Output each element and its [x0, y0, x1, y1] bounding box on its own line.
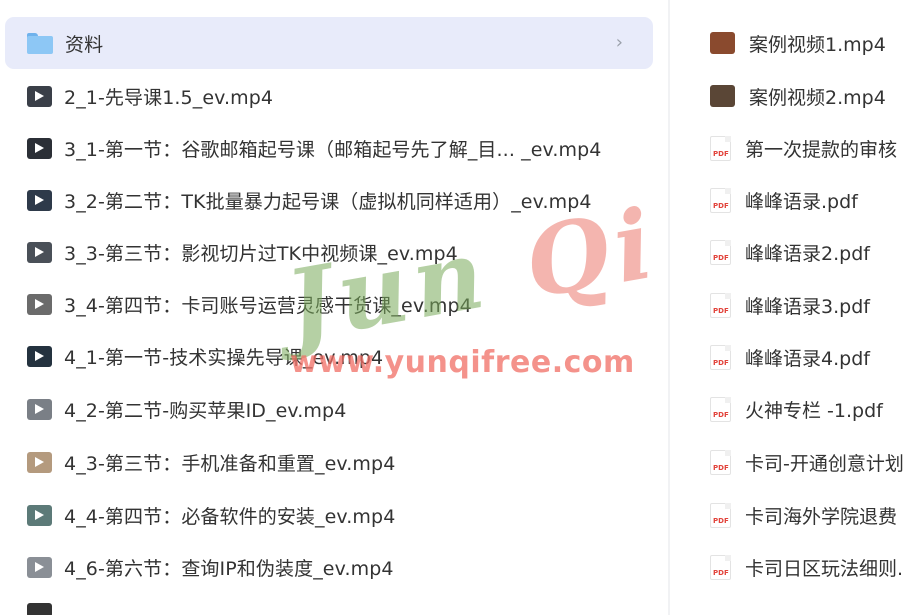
list-item[interactable]: PDF 峰峰语录3.pdf [710, 279, 870, 331]
video-thumbnail-icon [27, 398, 52, 420]
file-name: 峰峰语录3.pdf [745, 295, 870, 318]
video-thumbnail-icon [27, 504, 52, 526]
list-item[interactable]: 3_4-第四节：卡司账号运营灵感干货课_ev.mp4 [5, 278, 653, 330]
list-item[interactable]: 4_2-第二节-购买苹果ID_ev.mp4 [5, 383, 653, 435]
list-item[interactable]: PDF 卡司-开通创意计划 [710, 436, 904, 488]
file-name: 3_3-第三节：影视切片过TK中视频课_ev.mp4 [64, 242, 458, 265]
list-item[interactable]: 3_3-第三节：影视切片过TK中视频课_ev.mp4 [5, 226, 653, 278]
left-file-list: 资料 › 2_1-先导课1.5_ev.mp4 3_1-第一节：谷歌邮箱起号课（邮… [0, 0, 668, 615]
right-file-list: 案例视频1.mp4 案例视频2.mp4 PDF 第一次提款的审核 PDF 峰峰语… [676, 0, 909, 615]
list-item[interactable]: 2_1-先导课1.5_ev.mp4 [5, 70, 653, 122]
file-name: 4_3-第三节：手机准备和重置_ev.mp4 [64, 452, 396, 475]
list-item[interactable]: 3_1-第一节：谷歌邮箱起号课（邮箱起号先了解_目... _ev.mp4 [5, 122, 653, 174]
column-divider [668, 0, 670, 615]
file-name: 卡司海外学院退费 [745, 505, 898, 528]
pdf-file-icon: PDF [710, 396, 731, 422]
file-name: 4_4-第四节：必备软件的安装_ev.mp4 [64, 505, 396, 528]
file-name: 3_1-第一节：谷歌邮箱起号课（邮箱起号先了解_目... _ev.mp4 [64, 138, 602, 161]
list-item[interactable]: 4_1-第一节-技术实操先导课_ev.mp4 [5, 330, 653, 382]
list-item[interactable]: 案例视频1.mp4 [710, 17, 886, 69]
file-name: 3_4-第四节：卡司账号运营灵感干货课_ev.mp4 [64, 294, 472, 317]
list-item[interactable]: PDF 卡司日区玩法细则. [710, 541, 903, 593]
pdf-file-icon: PDF [710, 187, 731, 213]
chevron-right-icon: › [615, 32, 623, 53]
file-name: 4_2-第二节-购买苹果ID_ev.mp4 [64, 399, 347, 422]
video-thumbnail-icon [27, 293, 52, 315]
video-thumbnail-icon [710, 85, 735, 107]
file-name: 第一次提款的审核 [745, 138, 898, 161]
file-name: 火神专栏 -1.pdf [745, 399, 883, 422]
file-name: 峰峰语录4.pdf [745, 347, 870, 370]
list-item[interactable]: 4_6-第六节：查询IP和伪装度_ev.mp4 [5, 541, 653, 593]
pdf-file-icon: PDF [710, 449, 731, 475]
video-thumbnail-icon [27, 85, 52, 107]
file-name: 4_6-第六节：查询IP和伪装度_ev.mp4 [64, 557, 394, 580]
file-name: 案例视频1.mp4 [749, 33, 886, 56]
list-item[interactable]: PDF 峰峰语录.pdf [710, 174, 858, 226]
video-thumbnail-icon [27, 189, 52, 211]
list-item[interactable]: 3_2-第二节：TK批量暴力起号课（虚拟机同样适用）_ev.mp4 [5, 174, 653, 226]
folder-icon [27, 32, 53, 54]
video-thumbnail-icon [27, 137, 52, 159]
folder-row-ziliao[interactable]: 资料 › [5, 17, 653, 69]
pdf-file-icon: PDF [710, 239, 731, 265]
video-thumbnail-icon [27, 603, 52, 615]
video-thumbnail-icon [27, 345, 52, 367]
video-thumbnail-icon [710, 32, 735, 54]
pdf-file-icon: PDF [710, 344, 731, 370]
pdf-file-icon: PDF [710, 502, 731, 528]
file-name: 4_1-第一节-技术实操先导课_ev.mp4 [64, 346, 384, 369]
file-name: 峰峰语录2.pdf [745, 242, 870, 265]
pdf-file-icon: PDF [710, 554, 731, 580]
pdf-file-icon: PDF [710, 292, 731, 318]
list-item[interactable]: PDF 峰峰语录4.pdf [710, 331, 870, 383]
list-item[interactable]: PDF 火神专栏 -1.pdf [710, 383, 883, 435]
file-name: 卡司-开通创意计划 [745, 452, 904, 475]
pdf-file-icon: PDF [710, 135, 731, 161]
list-item[interactable]: 案例视频2.mp4 [710, 70, 886, 122]
video-thumbnail-icon [27, 556, 52, 578]
video-thumbnail-icon [27, 451, 52, 473]
list-item[interactable]: 4_3-第三节：手机准备和重置_ev.mp4 [5, 436, 653, 488]
list-item[interactable]: PDF 第一次提款的审核 [710, 122, 897, 174]
file-name: 卡司日区玩法细则. [745, 557, 904, 580]
file-name: 峰峰语录.pdf [745, 190, 858, 213]
file-name: 3_2-第二节：TK批量暴力起号课（虚拟机同样适用）_ev.mp4 [64, 190, 592, 213]
file-name: 案例视频2.mp4 [749, 86, 886, 109]
file-name: 2_1-先导课1.5_ev.mp4 [64, 86, 274, 109]
list-item[interactable]: PDF 峰峰语录2.pdf [710, 226, 870, 278]
list-item[interactable]: 4_4-第四节：必备软件的安装_ev.mp4 [5, 489, 653, 541]
video-thumbnail-icon [27, 241, 52, 263]
list-item[interactable]: PDF 卡司海外学院退费 [710, 489, 897, 541]
file-name: 资料 [65, 33, 104, 56]
